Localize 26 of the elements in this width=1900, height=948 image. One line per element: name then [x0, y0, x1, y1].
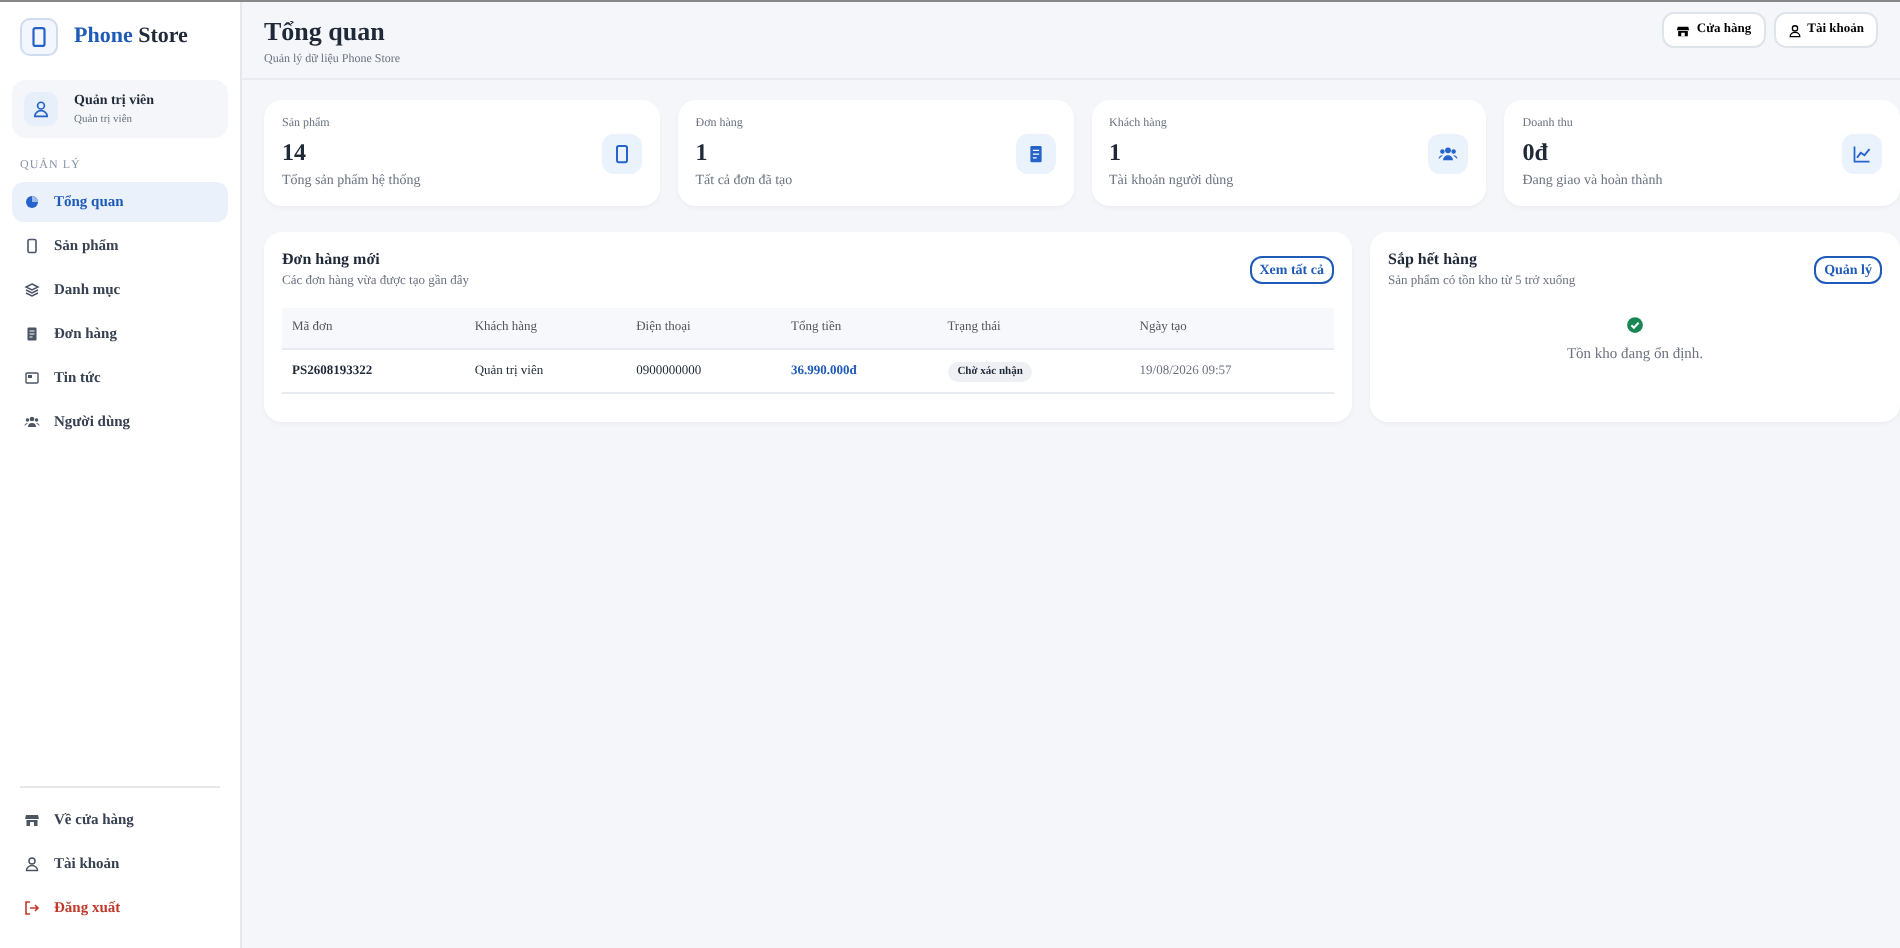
stat-value: 14 [282, 136, 308, 170]
receipt-icon [24, 325, 40, 342]
newspaper-icon [24, 369, 40, 386]
card-title: Sắp hết hàng [1388, 248, 1479, 272]
user-icon [32, 99, 50, 118]
shop-icon [24, 812, 40, 828]
pie-chart-icon [24, 193, 40, 210]
users-icon [1438, 143, 1459, 163]
user-icon [24, 856, 40, 872]
stat-value: 1 [695, 136, 710, 170]
stat-value: 1 [1109, 136, 1123, 170]
phone-icon [24, 237, 40, 254]
stat-value: 0đ [1522, 136, 1550, 170]
logout-icon [24, 900, 40, 916]
layers-icon [24, 281, 40, 298]
card-title: Đơn hàng mới [282, 248, 382, 272]
line-chart-icon [1852, 143, 1872, 163]
users-icon [24, 413, 40, 430]
receipt-icon [1025, 143, 1045, 163]
shop-icon [1676, 23, 1691, 37]
user-icon [1787, 23, 1802, 37]
page-title: Tổng quan [264, 14, 387, 50]
check-circle-icon [1626, 315, 1644, 334]
logo-icon [20, 18, 58, 56]
brand-name: Phone Store [74, 22, 188, 53]
phone-icon [611, 143, 632, 163]
